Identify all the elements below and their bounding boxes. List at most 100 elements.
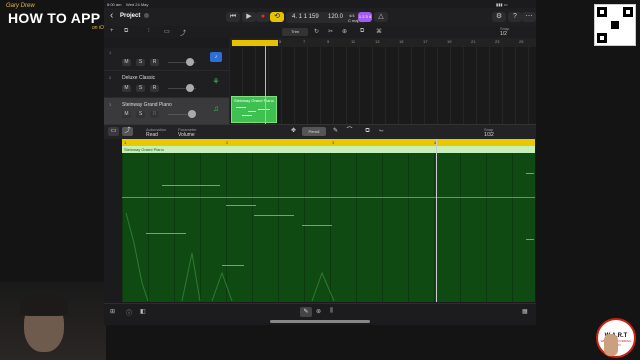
channel-brand-title: HOW TO APP bbox=[8, 10, 101, 26]
guitar-icon: ♪ bbox=[210, 52, 222, 62]
ruler-mark: 25 bbox=[519, 39, 524, 44]
editor-ruler[interactable]: 1 2 3 4 bbox=[122, 139, 535, 146]
qr-code bbox=[594, 4, 636, 46]
split-tool-icon[interactable]: ✂ bbox=[328, 28, 333, 35]
solo-button[interactable]: S bbox=[136, 111, 145, 118]
ruler-mark: 15 bbox=[399, 39, 404, 44]
ruler-mark: 21 bbox=[471, 39, 476, 44]
organ-icon: ⚘ bbox=[212, 77, 220, 86]
presenter-hair bbox=[20, 294, 68, 316]
add-track-icon[interactable]: + bbox=[110, 28, 114, 34]
track-name: Deluxe Classic bbox=[122, 75, 156, 81]
back-button[interactable]: ‹ bbox=[110, 10, 113, 21]
track-number: 1 bbox=[109, 50, 112, 55]
control-bar: ‹ Project ⏮ ▶ ● ⟲ 4. 1 1 159 120.0 4/4 C… bbox=[104, 8, 536, 26]
glue-tool-icon[interactable]: ⊕ bbox=[342, 28, 347, 35]
solo-button[interactable]: S bbox=[136, 85, 145, 92]
copy-icon[interactable]: ⧉ bbox=[360, 28, 364, 35]
lcd-position: 4. 1 1 159 bbox=[292, 14, 319, 20]
editor-ruler-mark: 2 bbox=[226, 140, 229, 145]
automation-value[interactable]: Read bbox=[146, 132, 158, 138]
track-row[interactable]: 1 M S R ♪ bbox=[104, 48, 229, 71]
trim-tool-button[interactable]: Trim bbox=[282, 28, 308, 36]
editor-region-header[interactable]: Steinway Grand Piano bbox=[122, 146, 535, 153]
mute-button[interactable]: M bbox=[122, 85, 131, 92]
editor-view-icon[interactable]: ▭ bbox=[108, 127, 119, 136]
automation-icon[interactable]: ⤴ bbox=[180, 28, 186, 37]
more-icon[interactable]: ⋯ bbox=[522, 12, 536, 22]
snap-value[interactable]: 1/2 bbox=[500, 31, 507, 37]
ipad-screen: 8:00 am Wed 24 May ▮▮▮ ▭ ‹ Project ⏮ ▶ ●… bbox=[104, 0, 536, 325]
editor-snap-value[interactable]: 1/32 bbox=[484, 132, 494, 138]
lcd-display[interactable]: 4. 1 1 159 120.0 4/4 C maj bbox=[286, 12, 366, 23]
project-title[interactable]: Project bbox=[120, 13, 140, 19]
mixer-icon[interactable]: ⫶ bbox=[148, 28, 150, 35]
settings-icon[interactable]: ⚙ bbox=[492, 12, 506, 22]
volume-knob[interactable] bbox=[188, 110, 196, 118]
pencil-tool-button[interactable]: Pencil bbox=[302, 127, 326, 136]
library-icon[interactable]: ⊞ bbox=[110, 308, 115, 315]
automation-mode-icon[interactable]: ⤴ bbox=[122, 127, 133, 136]
record-enable-button[interactable]: R bbox=[150, 85, 159, 92]
track-row-selected[interactable]: 3 Steinway Grand Piano M S R ♫ bbox=[104, 98, 229, 125]
loop-tool-icon[interactable]: ↻ bbox=[314, 28, 319, 35]
select-tool-icon[interactable]: ⌙ bbox=[376, 127, 387, 136]
editor-playhead[interactable] bbox=[436, 139, 437, 302]
pencil-icon[interactable]: ✎ bbox=[300, 307, 312, 317]
editor-ruler-mark: 1 bbox=[124, 140, 127, 145]
track-row[interactable]: 2 Deluxe Classic M S R ⚘ bbox=[104, 71, 229, 98]
automation-curve bbox=[125, 213, 335, 302]
track-view-icon[interactable]: ⧉ bbox=[124, 28, 128, 35]
volume-knob[interactable] bbox=[186, 58, 194, 66]
ruler-mark: 19 bbox=[447, 39, 452, 44]
copy-icon[interactable]: ⧉ bbox=[362, 127, 373, 136]
browser-icon[interactable]: ▭ bbox=[164, 28, 170, 35]
ruler-mark: 5 bbox=[279, 39, 282, 44]
cycle-region[interactable] bbox=[232, 40, 278, 46]
metronome-icon[interactable]: △ bbox=[374, 12, 388, 22]
mute-button[interactable]: M bbox=[122, 111, 131, 118]
midi-region[interactable]: Steinway Grand Piano bbox=[231, 96, 277, 123]
parameter-value[interactable]: Volume bbox=[178, 132, 195, 138]
record-enable-button[interactable]: R bbox=[150, 111, 159, 118]
keyboard-icon[interactable]: ▦ bbox=[522, 308, 528, 315]
record-button[interactable]: ● bbox=[256, 12, 270, 22]
solo-button[interactable]: S bbox=[136, 59, 145, 66]
volume-knob[interactable] bbox=[186, 84, 194, 92]
ruler-mark: 17 bbox=[423, 39, 428, 44]
smart-controls-icon[interactable]: ◧ bbox=[140, 308, 146, 315]
automation-lane[interactable] bbox=[122, 153, 535, 302]
tracks-toolbar: + ⧉ ⫶ ▭ ⤴ Trim ↻ ✂ ⊕ ⧉ ⌘ Snap 1/2 bbox=[104, 26, 536, 38]
ruler-mark: 7 bbox=[303, 39, 306, 44]
help-icon[interactable]: ? bbox=[508, 12, 522, 22]
webcam-feed bbox=[0, 282, 106, 360]
ruler-mark: 11 bbox=[351, 39, 356, 44]
playhead[interactable] bbox=[265, 44, 266, 124]
piano-roll-editor[interactable]: 1 2 3 4 Steinway Grand Piano bbox=[122, 139, 535, 302]
lcd-key: C maj bbox=[348, 18, 359, 23]
play-button[interactable]: ▶ bbox=[242, 12, 256, 22]
ruler-mark: 23 bbox=[495, 39, 500, 44]
cycle-button[interactable]: ⟲ bbox=[270, 12, 284, 22]
loop-browser-icon[interactable]: ⊗ bbox=[316, 308, 321, 315]
project-info-icon[interactable] bbox=[144, 13, 149, 18]
pointer-tool-icon[interactable]: ✥ bbox=[288, 127, 299, 136]
brush-icon[interactable]: ✎ bbox=[330, 127, 341, 136]
track-number: 2 bbox=[109, 75, 112, 80]
count-in-button[interactable]: 1 2 3 4 bbox=[358, 12, 372, 22]
ruler-mark: 13 bbox=[375, 39, 380, 44]
track-name: Steinway Grand Piano bbox=[122, 102, 172, 108]
region-label: Steinway Grand Piano bbox=[234, 98, 274, 103]
record-enable-button[interactable]: R bbox=[150, 59, 159, 66]
ruler-mark: 9 bbox=[327, 39, 330, 44]
thumbs-up-icon bbox=[604, 334, 618, 356]
mixer-faders-icon[interactable]: ⫼ bbox=[330, 308, 333, 315]
rewind-button[interactable]: ⏮ bbox=[226, 12, 240, 22]
info-icon[interactable]: ⓘ bbox=[126, 308, 132, 317]
lcd-tempo: 120.0 bbox=[328, 14, 344, 20]
edit-icon[interactable]: ⌘ bbox=[376, 28, 382, 35]
bottom-toolbar: ⊞ ⓘ ◧ ✎ ⊗ ⫼ ▦ bbox=[104, 303, 536, 321]
channel-brand-small: Gary Drew bbox=[6, 3, 35, 9]
mute-button[interactable]: M bbox=[122, 59, 131, 66]
curve-tool-icon[interactable]: ⌒ bbox=[344, 127, 355, 136]
